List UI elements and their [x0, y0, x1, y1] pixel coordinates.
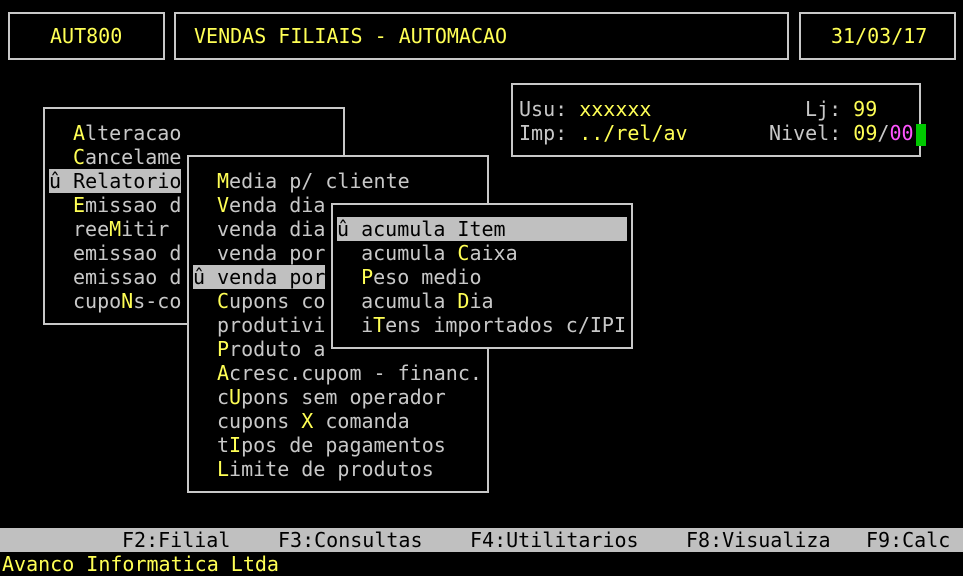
- level-label: Nivel:: [769, 121, 842, 145]
- submenu-item-limite-produtos[interactable]: Limite de produtos: [217, 457, 434, 481]
- title-box: VENDAS FILIAIS - AUTOMACAO: [174, 12, 789, 60]
- submenu-item-cupons-x-comanda[interactable]: cupons X comanda: [217, 409, 410, 433]
- text-cursor: [915, 123, 926, 146]
- submenu-item-cupons-co[interactable]: Cupons co: [217, 289, 325, 313]
- printer-label: Imp:: [519, 121, 568, 145]
- f3-consultas-key[interactable]: F3:Consultas: [278, 528, 423, 552]
- menu-item-emissao-3[interactable]: emissao d: [73, 265, 181, 289]
- menu-item-alteracao[interactable]: Alteracao: [73, 121, 181, 145]
- submenu-item-venda-dia-2[interactable]: venda dia: [217, 217, 325, 241]
- store-row: Lj: 99: [805, 97, 877, 121]
- submenu-item-venda-dia[interactable]: Venda dia: [217, 193, 325, 217]
- submenu3-item-acumula-dia[interactable]: acumula Dia: [337, 289, 493, 313]
- user-value: xxxxxx: [579, 97, 652, 121]
- submenu-item-produto[interactable]: Produto a: [217, 337, 325, 361]
- menu-item-cupons-co[interactable]: cupoNs-co: [73, 289, 181, 313]
- printer-row: Imp: ../rel/av: [519, 121, 688, 145]
- level-value: 09: [853, 121, 878, 145]
- page-title: VENDAS FILIAIS - AUTOMACAO: [194, 24, 508, 48]
- level-row: Nivel: 09/00: [769, 121, 926, 146]
- level-sub-value[interactable]: 00: [889, 121, 913, 145]
- menu-item-reemitir[interactable]: reeMitir: [73, 217, 169, 241]
- venda-por-submenu: û acumula Item acumula Caixa Peso medio …: [331, 203, 633, 349]
- submenu3-item-acumula-item[interactable]: û acumula Item: [337, 217, 627, 241]
- f2-filial-key[interactable]: F2:Filial: [122, 528, 230, 552]
- session-info-box: Usu: xxxxxx Lj: 99 Imp: ../rel/av Nivel:…: [511, 83, 926, 157]
- store-label: Lj:: [805, 97, 842, 121]
- submenu-item-cupons-sem-operador[interactable]: cUpons sem operador: [217, 385, 446, 409]
- submenu3-item-peso-medio[interactable]: Peso medio: [337, 265, 481, 289]
- submenu-item-produtividade[interactable]: produtivi: [217, 313, 325, 337]
- f9-calc-key[interactable]: F9:Calc: [866, 528, 950, 552]
- submenu-item-tipos-pagamentos[interactable]: tIpos de pagamentos: [217, 433, 446, 457]
- f4-utilitarios-key[interactable]: F4:Utilitarios: [470, 528, 639, 552]
- level-separator: /: [877, 121, 890, 145]
- menu-item-relatorio[interactable]: û Relatorio: [49, 169, 182, 193]
- submenu-item-acresc-cupom[interactable]: Acresc.cupom - financ.: [217, 361, 482, 385]
- user-row: Usu: xxxxxx: [519, 97, 651, 121]
- date: 31/03/17: [831, 24, 928, 48]
- program-code: AUT800: [50, 24, 123, 48]
- submenu3-item-acumula-caixa[interactable]: acumula Caixa: [337, 241, 518, 265]
- program-code-box: AUT800: [8, 12, 165, 60]
- company-footer: Avanco Informatica Ltda: [2, 552, 279, 576]
- printer-value: ../rel/av: [579, 121, 688, 145]
- submenu-item-venda-por-selected[interactable]: û venda por: [193, 265, 326, 289]
- submenu3-item-itens-importados[interactable]: iTens importados c/IPI: [337, 313, 626, 337]
- submenu-item-venda-por[interactable]: venda por: [217, 241, 325, 265]
- user-label: Usu:: [519, 97, 568, 121]
- menu-item-emissao[interactable]: Emissao d: [73, 193, 181, 217]
- f8-visualiza-key[interactable]: F8:Visualiza: [686, 528, 831, 552]
- store-value: 99: [853, 97, 878, 121]
- submenu-item-media-cliente[interactable]: Media p/ cliente: [217, 169, 410, 193]
- function-key-bar: F2:Filial F3:Consultas F4:Utilitarios F8…: [0, 528, 963, 552]
- menu-item-emissao-2[interactable]: emissao d: [73, 241, 181, 265]
- menu-item-cancelamento[interactable]: Cancelame: [73, 145, 181, 169]
- date-box: 31/03/17: [799, 12, 956, 60]
